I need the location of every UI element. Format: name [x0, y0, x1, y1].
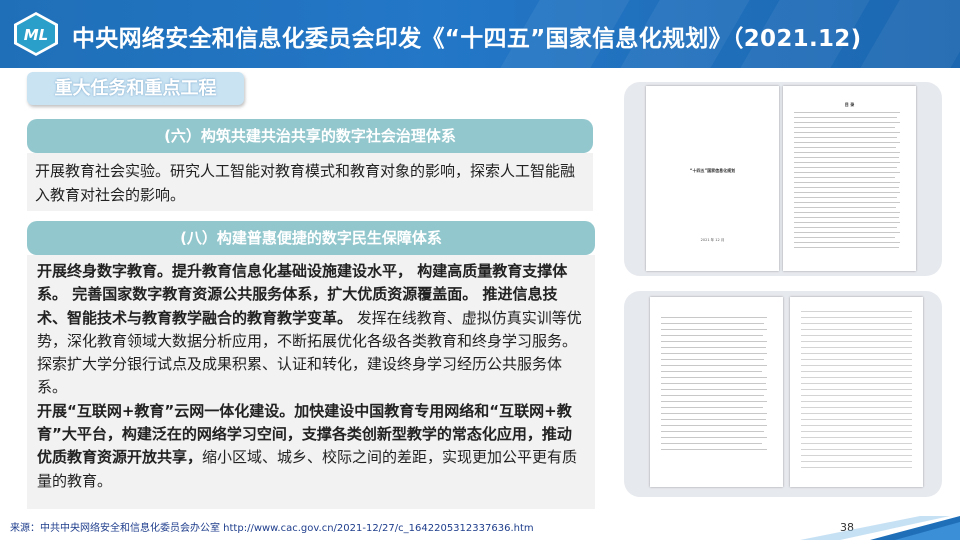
doc-body-page	[790, 297, 923, 487]
doc-cover-title: “十四五”国家信息化规划	[689, 168, 736, 173]
section8-paragraph-1: 开展终身数字教育。提升教育信息化基础设施建设水平， 构建高质量教育支撑体系。 完…	[37, 260, 585, 400]
page-title: 中央网络安全和信息化委员会印发《“十四五”国家信息化规划》（2021.12)	[72, 26, 862, 52]
header-stripe	[860, 0, 960, 68]
doc-toc-title: 目 录	[844, 102, 855, 107]
logo-text: ML	[24, 26, 49, 44]
doc-cover-date: 2021 年 12 月	[700, 238, 725, 242]
section8-body-box: 开展终身数字教育。提升教育信息化基础设施建设水平， 构建高质量教育支撑体系。 完…	[27, 255, 595, 509]
source-citation: 来源：中共中央网络安全和信息化委员会办公室 http://www.cac.gov…	[10, 523, 534, 534]
doc-cover-page: “十四五”国家信息化规划 2021 年 12 月	[646, 86, 779, 271]
logo-icon: ML	[14, 12, 58, 56]
header-banner: ML 中央网络安全和信息化委员会印发《“十四五”国家信息化规划》（2021.12…	[0, 0, 960, 68]
section6-body: 开展教育社会实验。研究人工智能对教育模式和教育对象的影响，探索人工智能融入教育对…	[35, 162, 576, 204]
section-tag-label: 重大任务和重点工程	[54, 78, 217, 99]
section8-paragraph-2: 开展“互联网+教育”云网一体化建设。加快建设中国教育专用网络和“互联网+教育”大…	[37, 400, 585, 493]
corner-decoration	[800, 516, 960, 540]
section-tag: 重大任务和重点工程	[27, 72, 244, 105]
section6-body-box: 开展教育社会实验。研究人工智能对教育模式和教育对象的影响，探索人工智能融入教育对…	[27, 153, 593, 211]
section8-heading: (八）构建普惠便捷的数字民生保障体系	[27, 221, 595, 255]
doc-preview-panel-1: “十四五”国家信息化规划 2021 年 12 月 目 录	[624, 82, 942, 276]
doc-preview-panel-2	[624, 291, 942, 497]
doc-toc-page-2	[650, 297, 783, 487]
doc-toc-page: 目 录	[783, 86, 916, 271]
section6-heading: (六）构筑共建共治共享的数字社会治理体系	[27, 119, 593, 153]
